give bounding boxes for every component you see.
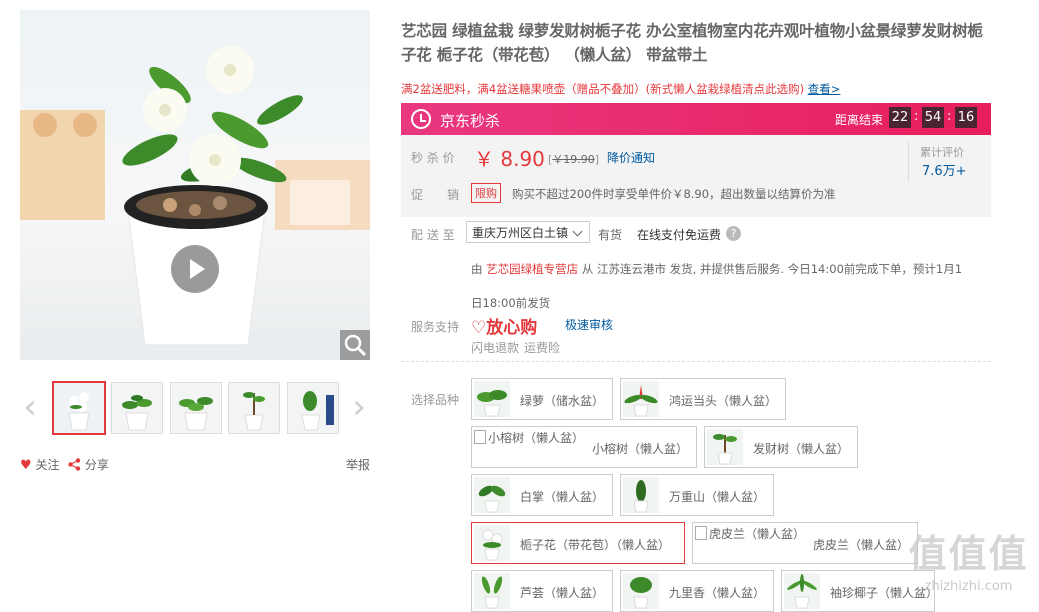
destination-select[interactable]: 重庆万州区白土镇 — [466, 221, 590, 243]
thumbnail-5[interactable] — [287, 382, 339, 434]
variant-option[interactable]: 万重山（懒人盆） — [620, 474, 774, 516]
watermark-logo: 值值值 — [908, 532, 1029, 576]
variant-thumbnail — [474, 477, 510, 513]
countdown-label: 距离结束 — [835, 113, 884, 127]
variant-option[interactable]: 鸿运当头（懒人盆） — [620, 378, 786, 420]
thumbnail-2[interactable] — [111, 382, 163, 434]
sale-price: ￥ 8.90 — [474, 147, 545, 171]
variant-option[interactable]: 绿萝（储水盆） — [471, 378, 613, 420]
ship-line-1: 从 江苏连云港市 发货, 并提供售后服务. 今日14:00前完成下单，预计1月1 — [581, 262, 963, 276]
freight-insurance: 运费险 — [524, 341, 561, 355]
service-label: 服务支持 — [411, 320, 460, 334]
bracket-close: ] — [594, 153, 600, 166]
site-watermark: 值值值 zhizhizhi.com — [898, 523, 1039, 610]
miaosha-title: 京东秒杀 — [440, 112, 501, 130]
countdown-sep: : — [914, 109, 919, 124]
refund-service: 闪电退款 — [471, 341, 520, 355]
promo-view-link[interactable]: 查看> — [808, 82, 841, 96]
help-icon[interactable]: ? — [726, 226, 741, 241]
variant-thumbnail — [707, 429, 743, 465]
variant-text: 白掌（懒人盆） — [520, 490, 605, 504]
thumb-next-button[interactable]: › — [349, 390, 369, 424]
comment-count-link[interactable]: 7.6万+ — [922, 160, 967, 179]
variant-thumbnail — [474, 381, 510, 417]
original-price-value: ￥19.90 — [552, 153, 595, 166]
variant-text: 芦荟（懒人盆） — [520, 586, 605, 600]
variant-thumbnail — [623, 381, 659, 417]
fast-review-link[interactable]: 极速审核 — [565, 316, 613, 333]
promotion-label: 促 销 — [411, 188, 460, 202]
variant-image-broken: 虎皮兰（懒人盆） — [695, 525, 805, 542]
countdown-seconds: 16 — [955, 107, 977, 128]
heart-icon: ♥ — [20, 458, 32, 473]
promotion-text: 购买不超过200件时享受单件价￥8.90，超出数量以结算价为准 — [512, 187, 836, 201]
variant-option-selected[interactable]: 栀子花（带花苞）（懒人盆） — [471, 522, 685, 564]
fangxingou-label: 放心购 — [486, 318, 538, 338]
divider — [908, 141, 909, 181]
share-icon — [68, 458, 81, 471]
countdown-sep: : — [947, 109, 952, 124]
follow-button[interactable]: ♥ 关注 — [20, 456, 60, 473]
limit-tag: 限购 — [471, 183, 501, 203]
stock-status: 有货 — [598, 228, 623, 242]
variant-option[interactable]: 芦荟（懒人盆） — [471, 570, 613, 612]
variant-option[interactable]: 白掌（懒人盆） — [471, 474, 613, 516]
shipping-info: 由 艺芯园绿植专营店 从 江苏连云港市 发货, 并提供售后服务. 今日14:00… — [471, 252, 989, 320]
delivery-label: 配 送 至 — [411, 228, 455, 242]
variant-text: 小榕树（懒人盆） — [592, 442, 689, 456]
variant-text: 万重山（懒人盆） — [669, 490, 766, 504]
variant-option[interactable]: 九里香（懒人盆） — [620, 570, 774, 612]
play-video-button[interactable] — [171, 245, 219, 293]
variant-label: 选择品种 — [411, 393, 460, 407]
variant-option[interactable]: 小榕树（懒人盆） 小榕树（懒人盆） — [471, 426, 697, 468]
share-label: 分享 — [84, 458, 109, 472]
variant-text: 鸿运当头（懒人盆） — [669, 394, 778, 408]
comment-label: 累计评价 — [920, 146, 964, 159]
main-product-image[interactable] — [20, 10, 370, 360]
promo-text: 满2盆送肥料，满4盆送糖果喷壶（赠品不叠加）(新式懒人盆栽绿植清点此选购) — [401, 82, 805, 96]
thumb-prev-button[interactable]: ‹ — [20, 390, 40, 424]
original-price: [￥19.90] — [548, 151, 599, 167]
magnifier-icon — [344, 334, 367, 357]
countdown-hours: 22 — [889, 107, 911, 128]
variant-thumbnail — [623, 573, 659, 609]
countdown-minutes: 54 — [922, 107, 944, 128]
follow-label: 关注 — [35, 458, 60, 472]
zoom-button[interactable] — [340, 330, 370, 360]
thumbnail-1[interactable] — [52, 381, 106, 435]
thumbnail-3[interactable] — [170, 382, 222, 434]
variant-text: 栀子花（带花苞）（懒人盆） — [520, 538, 671, 552]
variant-text: 虎皮兰（懒人盆） — [813, 538, 910, 552]
thumbnail-4[interactable] — [228, 382, 280, 434]
fangxingou-badge[interactable]: ♡放心购 — [471, 313, 537, 338]
watermark-url: zhizhizhi.com — [924, 579, 1013, 594]
variant-text: 绿萝（储水盆） — [520, 394, 605, 408]
shop-link[interactable]: 艺芯园绿植专营店 — [486, 262, 578, 276]
alarm-clock-icon — [411, 109, 431, 129]
price-label: 秒 杀 价 — [411, 151, 455, 165]
variant-text: 发财树（懒人盆） — [753, 442, 850, 456]
variant-image-broken: 小榕树（懒人盆） — [474, 429, 584, 446]
product-title: 艺芯园 绿植盆栽 绿萝发财树栀子花 办公室植物室内花卉观叶植物小盆景绿萝发财树栀… — [401, 22, 983, 64]
variant-option[interactable]: 发财树（懒人盆） — [704, 426, 858, 468]
price-drop-notify-link[interactable]: 降价通知 — [607, 149, 655, 166]
variant-thumbnail — [784, 573, 820, 609]
variant-thumbnail — [474, 573, 510, 609]
report-link[interactable]: 举报 — [346, 456, 370, 473]
share-button[interactable]: 分享 — [68, 456, 109, 473]
variant-thumbnail — [623, 477, 659, 513]
variant-text: 九里香（懒人盆） — [669, 586, 766, 600]
heart-shield-icon: ♡ — [471, 318, 487, 338]
from-word: 由 — [471, 262, 483, 276]
promo-line: 满2盆送肥料，满4盆送糖果喷壶（赠品不叠加）(新式懒人盆栽绿植清点此选购) 查看… — [401, 81, 840, 97]
variant-thumbnail — [474, 525, 510, 561]
section-divider — [401, 361, 991, 362]
variant-option[interactable]: 虎皮兰（懒人盆） 虎皮兰（懒人盆） — [692, 522, 918, 564]
ship-line-2: 日18:00前发货 — [471, 296, 551, 310]
payment-info: 在线支付免运费 — [637, 228, 722, 242]
